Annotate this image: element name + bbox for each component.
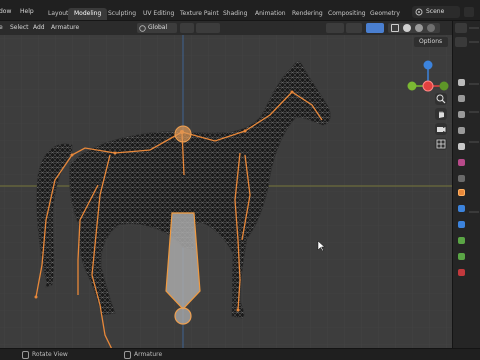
- status-bar: Rotate View Armature: [0, 348, 480, 360]
- mouse-right-icon: [124, 351, 131, 359]
- solid-shading-icon[interactable]: [403, 24, 411, 32]
- scene-name: Scene: [426, 8, 445, 15]
- tab-geometry-nodes[interactable]: Geometry N: [364, 8, 402, 20]
- render-properties-icon[interactable]: [458, 95, 465, 102]
- tab-shading[interactable]: Shading: [217, 8, 253, 20]
- particles-properties-icon[interactable]: [458, 221, 465, 228]
- viewport-header: e Select Add Armature Global: [0, 21, 452, 35]
- hand-icon[interactable]: [435, 108, 447, 120]
- constraints-properties-icon[interactable]: [458, 253, 465, 260]
- status-rotate-view: Rotate View: [32, 351, 68, 358]
- mouse-middle-icon: [22, 351, 29, 359]
- grid-icon[interactable]: [435, 138, 447, 150]
- menu-help[interactable]: Help: [20, 8, 34, 15]
- zoom-icon[interactable]: [435, 93, 447, 105]
- menu-window[interactable]: dow: [0, 8, 11, 15]
- transform-orientation-dropdown[interactable]: Global: [137, 23, 177, 33]
- shading-mode-buttons[interactable]: [388, 23, 440, 33]
- menu-add[interactable]: Add: [33, 24, 45, 31]
- xray-toggle[interactable]: [366, 23, 384, 33]
- material-preview-icon[interactable]: [415, 24, 423, 32]
- world-properties-icon[interactable]: [458, 159, 465, 166]
- output-properties-icon[interactable]: [458, 111, 465, 118]
- viewport-grid: [0, 35, 452, 348]
- modifier-properties-icon[interactable]: [458, 205, 465, 212]
- status-mode: Armature: [134, 351, 163, 358]
- collection-properties-icon[interactable]: [458, 175, 465, 182]
- outliner-filter-icon[interactable]: [455, 23, 467, 33]
- object-properties-icon[interactable]: [458, 189, 465, 196]
- options-label: Options: [419, 38, 443, 45]
- pivot-point-dropdown[interactable]: [180, 23, 194, 33]
- scene-selector[interactable]: Scene: [412, 6, 460, 18]
- menu-armature[interactable]: Armature: [51, 24, 79, 31]
- physics-properties-icon[interactable]: [458, 237, 465, 244]
- orientation-icon: [139, 25, 146, 32]
- 3d-viewport[interactable]: Options: [0, 35, 452, 348]
- menu-edit[interactable]: e: [0, 24, 3, 31]
- scene-properties-icon[interactable]: [458, 143, 465, 150]
- scene-browse-icon[interactable]: [464, 7, 474, 17]
- outliner-display-icon[interactable]: [455, 37, 467, 47]
- data-properties-icon[interactable]: [458, 269, 465, 276]
- view-layer-properties-icon[interactable]: [458, 127, 465, 134]
- scene-icon: [415, 8, 423, 16]
- gizmo-z-axis: [423, 60, 433, 70]
- snapping-toggle[interactable]: [196, 23, 220, 33]
- gizmo-y-axis: [407, 81, 417, 91]
- viewport-gizmo-dropdown[interactable]: [326, 23, 344, 33]
- rendered-shading-icon[interactable]: [427, 24, 435, 32]
- menu-select[interactable]: Select: [10, 24, 29, 31]
- workspace-bar: dow Help Layout Modeling Sculpting UV Ed…: [0, 0, 480, 21]
- camera-icon[interactable]: [435, 123, 447, 135]
- gizmo-x-axis: [422, 80, 434, 92]
- properties-editor-strip: [452, 21, 480, 348]
- tool-properties-icon[interactable]: [458, 79, 465, 86]
- transform-orientation-value: Global: [148, 24, 168, 31]
- overlay-dropdown[interactable]: [346, 23, 362, 33]
- wireframe-icon[interactable]: [391, 24, 399, 32]
- options-dropdown[interactable]: Options: [414, 37, 448, 47]
